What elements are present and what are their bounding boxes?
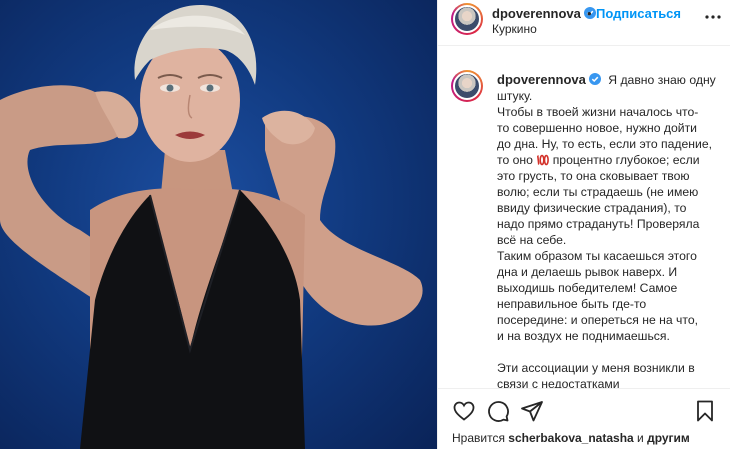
likes-user[interactable]: scherbakova_natasha <box>508 431 633 445</box>
caption-line: ввиду физические страдания), то <box>497 201 687 215</box>
post-location[interactable]: Куркино <box>492 22 537 36</box>
caption-line: неправильное быть где-то <box>497 297 647 311</box>
caption-line: то совершенно новое, нужно дойти <box>497 121 697 135</box>
caption-line: волю; если ты страдаешь (не имею <box>497 185 699 199</box>
bookmark-icon[interactable] <box>693 399 717 423</box>
portrait-illustration <box>0 5 423 449</box>
comments-section[interactable]: dpoverennova Я давно знаю одну штуку. Чт… <box>438 46 730 388</box>
caption-line: Эти ассоциации у меня возникли в <box>497 361 695 375</box>
caption-line: связи с недостатками <box>497 377 620 388</box>
caption-author-username[interactable]: dpoverennova <box>497 72 601 87</box>
post-actions-bar: Нравится scherbakova_natasha и другим <box>438 388 730 449</box>
author-avatar[interactable] <box>451 3 483 35</box>
likes-summary[interactable]: Нравится scherbakova_natasha и другим <box>452 431 690 445</box>
caption-line: посередине: и опереться не на что, <box>497 313 698 327</box>
author-username[interactable]: dpoverennova <box>492 6 596 21</box>
post-caption: dpoverennova Я давно знаю одну штуку. Чт… <box>497 72 722 388</box>
caption-line: до дна. Ну, то есть, если это падение, <box>497 137 713 151</box>
caption-line: дна и делаешь рывок наверх. И <box>497 265 678 279</box>
likes-others[interactable]: другим <box>647 431 690 445</box>
caption-line: и на воздух не поднимаешься. <box>497 329 670 343</box>
instagram-post: dpoverennova • Подписаться Куркино dpove… <box>0 0 730 449</box>
caption-line: всё на себе. <box>497 233 567 247</box>
follow-button[interactable]: Подписаться <box>596 6 681 21</box>
caption-line: Я давно знаю одну <box>608 73 716 87</box>
share-icon[interactable] <box>520 399 544 423</box>
caption-line: Чтобы в твоей жизни началось что- <box>497 105 699 119</box>
verified-badge-icon <box>588 73 601 85</box>
caption-author-avatar[interactable] <box>451 70 483 102</box>
post-photo[interactable] <box>0 0 437 449</box>
caption-line: выходишь победителем! Самое <box>497 281 678 295</box>
header-separator: • <box>587 6 592 21</box>
caption-line: это грусть, то она сковывает твою <box>497 169 690 183</box>
caption-line: штуку. <box>497 89 533 103</box>
hundred-points-icon <box>537 154 550 166</box>
caption-line: то оно процентно глубокое; если <box>497 153 700 167</box>
comment-icon[interactable] <box>486 399 510 423</box>
caption-line: Таким образом ты касаешься этого <box>497 249 697 263</box>
caption-paragraph-gap <box>497 344 722 360</box>
post-details-panel: dpoverennova • Подписаться Куркино dpove… <box>437 0 730 449</box>
more-options-icon[interactable] <box>701 9 725 25</box>
heart-icon[interactable] <box>452 399 476 423</box>
post-header: dpoverennova • Подписаться Куркино <box>438 0 730 46</box>
caption-line: надо прямо страдануть! Проверяла <box>497 217 700 231</box>
